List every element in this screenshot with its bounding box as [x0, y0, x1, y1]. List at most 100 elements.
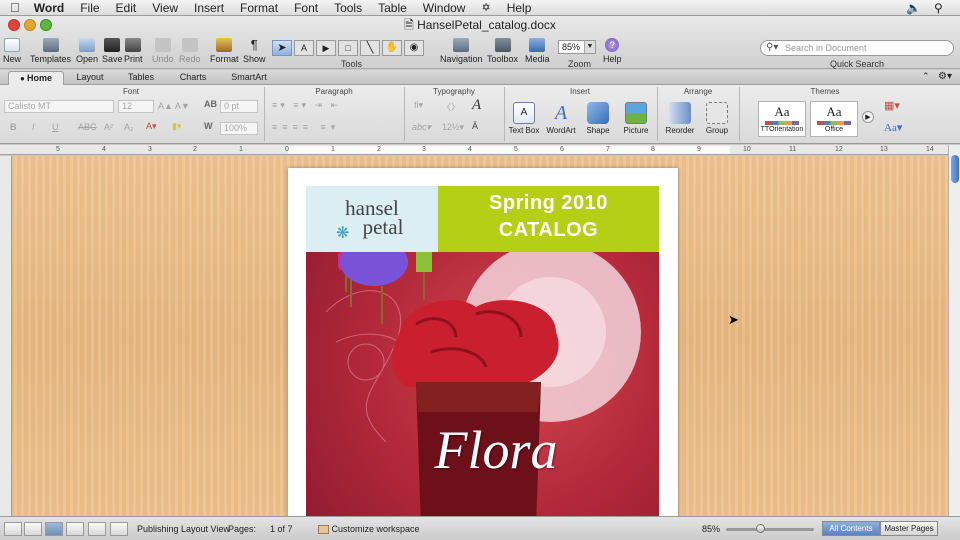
publishing-layout-view-icon[interactable] [45, 522, 63, 536]
tab-tables[interactable]: Tables [116, 71, 166, 85]
reorder-button[interactable]: Reorder [662, 102, 698, 135]
show-formatting-button[interactable]: ¶ Show [243, 38, 266, 65]
font-size-select[interactable]: 12 [118, 100, 154, 113]
collapse-ribbon-icon[interactable]: ⌃ [922, 71, 930, 82]
line-tool-icon[interactable]: ╲ [360, 40, 380, 56]
headline-panel: Spring 2010 CATALOG [438, 186, 659, 252]
menu-file[interactable]: File [72, 0, 107, 16]
tab-charts[interactable]: Charts [168, 71, 218, 85]
stylistic-set-icon[interactable]: A [472, 97, 481, 114]
ribbon-settings-gear-icon[interactable]: ⚙▾ [938, 71, 952, 82]
zoom-slider-knob[interactable] [756, 524, 765, 533]
zoom-slider[interactable] [726, 524, 814, 533]
font-color-icon[interactable]: A▾ [146, 121, 157, 132]
print-layout-view-icon[interactable] [66, 522, 84, 536]
picture-tool-icon[interactable]: ◉ [404, 40, 424, 56]
menu-view[interactable]: View [144, 0, 186, 16]
master-pages-button[interactable]: Master Pages [880, 521, 938, 536]
linked-text-tool-icon[interactable]: ▶ [316, 40, 336, 56]
undo-button[interactable]: Undo [152, 38, 174, 64]
templates-button[interactable]: Templates [30, 38, 71, 64]
vertical-scrollbar[interactable] [948, 145, 960, 516]
picture-button[interactable]: Picture [618, 102, 654, 135]
select-arrow-icon[interactable]: ➤ [272, 40, 292, 56]
vertical-ruler[interactable] [0, 156, 12, 516]
scrollbar-thumb[interactable] [951, 155, 959, 183]
italic-icon[interactable]: I [32, 122, 35, 132]
menu-table[interactable]: Table [370, 0, 415, 16]
menu-app-word[interactable]: Word [26, 0, 72, 16]
number-forms-icon[interactable]: 〈〉 [442, 100, 460, 113]
shape-button[interactable]: Shape [582, 102, 614, 135]
highlight-icon[interactable]: ▮▾ [172, 121, 181, 132]
font-name-select[interactable]: Calisto MT [4, 100, 114, 113]
notebook-view-icon[interactable] [88, 522, 106, 536]
all-contents-button[interactable]: All Contents [822, 521, 880, 536]
zoom-select[interactable]: 85% ▼ [558, 40, 596, 54]
draft-view-icon[interactable] [4, 522, 22, 536]
theme-ttorientation[interactable]: Aa TTOrientation [758, 101, 806, 137]
alignment-buttons-icon[interactable]: ≡≡≡≡ ≡▾ [272, 122, 340, 133]
print-button[interactable]: Print [124, 38, 143, 64]
volume-icon[interactable]: 🔈 [906, 0, 921, 16]
customize-workspace-menu[interactable]: Customize workspace ▼ [318, 523, 428, 540]
theme-colors-icon[interactable]: ▦▾ [884, 99, 900, 112]
document-page[interactable]: hansel ❋ petal Spring 2010 CATALOG Flora [288, 168, 678, 516]
strikethrough-icon[interactable]: ABC [78, 122, 97, 132]
outline-view-icon[interactable] [24, 522, 42, 536]
redo-button[interactable]: Redo [179, 38, 201, 64]
tab-smartart[interactable]: SmartArt [220, 71, 278, 85]
menu-window[interactable]: Window [415, 0, 474, 16]
ruler-number: 3 [148, 146, 152, 153]
hand-tool-icon[interactable]: ✋ [382, 40, 402, 56]
document-workspace[interactable]: hansel ❋ petal Spring 2010 CATALOG Flora… [0, 156, 948, 516]
save-button[interactable]: Save [102, 38, 123, 64]
list-buttons-icon[interactable]: ≡▾ ≡▾ ⇥ ⇤ [272, 100, 341, 111]
full-screen-view-icon[interactable] [110, 522, 128, 536]
open-button[interactable]: Open [76, 38, 98, 64]
ligatures-icon[interactable]: fi▾ [414, 100, 423, 111]
text-box-button[interactable]: A Text Box [506, 102, 542, 135]
pages-label: Pages: [228, 524, 257, 534]
new-document-icon [4, 38, 20, 52]
themes-next-icon[interactable]: ▶ [862, 111, 874, 123]
menu-edit[interactable]: Edit [108, 0, 145, 16]
toolbox-button[interactable]: Toolbox [487, 38, 518, 64]
headline-spring-2010: Spring 2010 [489, 192, 608, 214]
media-button[interactable]: Media [525, 38, 550, 64]
scale-icon: W [204, 121, 213, 131]
search-input[interactable]: ⚲▾ Search in Document [760, 40, 954, 56]
menu-help[interactable]: Help [499, 0, 540, 16]
contextual-alternates-icon[interactable]: Ä [472, 121, 478, 131]
script-menu-icon[interactable]: ✡ [473, 0, 498, 16]
horizontal-ruler[interactable]: 5 4 3 2 1 0 1 2 3 4 5 6 7 8 9 10 11 12 13 14 [0, 145, 948, 155]
tab-home[interactable]: ● Home [8, 71, 64, 85]
catalog-cover: hansel ❋ petal Spring 2010 CATALOG Flora [306, 186, 659, 516]
superscript-icon[interactable]: A² [104, 122, 113, 132]
apple-menu-icon[interactable]:  [0, 0, 26, 16]
rectangle-tool-icon[interactable]: □ [338, 40, 358, 56]
character-scale-field[interactable]: 100% [220, 122, 258, 135]
underline-icon[interactable]: U [52, 122, 59, 132]
spotlight-icon[interactable]: ⚲ [934, 0, 943, 16]
character-spacing-field[interactable]: 0 pt [220, 100, 258, 113]
menu-tools[interactable]: Tools [326, 0, 370, 16]
theme-fonts-button[interactable]: Aa▾ [884, 121, 902, 134]
swash-icon[interactable]: abc▾ [412, 122, 431, 133]
wordart-button[interactable]: A WordArt [544, 102, 578, 135]
navigation-button[interactable]: Navigation [440, 38, 483, 64]
help-button[interactable]: ? Help [603, 38, 622, 64]
number-spacing-icon[interactable]: 12½▾ [442, 122, 464, 133]
new-button[interactable]: New [3, 38, 21, 64]
grow-font-icon[interactable]: A▲ A▼ [158, 101, 190, 111]
theme-office[interactable]: Aa Office [810, 101, 858, 137]
menu-insert[interactable]: Insert [186, 0, 232, 16]
group-button[interactable]: Group [700, 102, 734, 135]
bold-icon[interactable]: B [10, 122, 17, 132]
menu-font[interactable]: Font [286, 0, 326, 16]
tab-layout[interactable]: Layout [66, 71, 114, 85]
format-painter-button[interactable]: Format [210, 38, 239, 64]
subscript-icon[interactable]: A₂ [124, 122, 134, 132]
menu-format[interactable]: Format [232, 0, 286, 16]
text-box-tool-icon[interactable]: A [294, 40, 314, 56]
